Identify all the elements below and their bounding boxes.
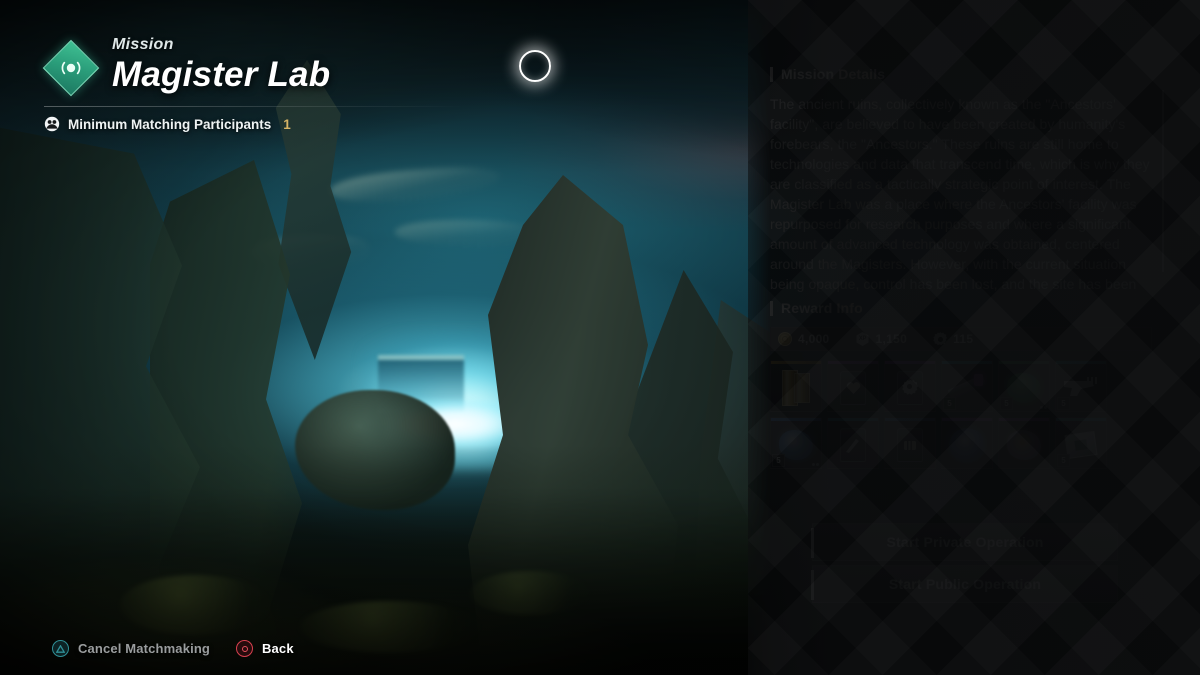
back-prompt[interactable]: Back xyxy=(236,640,294,657)
minimum-participants-row: Minimum Matching Participants 1 xyxy=(44,116,464,132)
header-divider xyxy=(44,106,464,108)
participants-icon xyxy=(44,116,60,132)
ps-circle-button-icon xyxy=(236,640,254,657)
back-label: Back xyxy=(262,641,294,656)
ps-triangle-button-icon xyxy=(52,640,69,657)
mission-beacon-diamond-icon xyxy=(42,39,100,96)
moss-patch xyxy=(470,571,590,615)
button-prompt-bar: Cancel Matchmaking Back xyxy=(52,640,294,657)
matchmaking-spinner xyxy=(519,50,551,82)
cancel-matchmaking-prompt[interactable]: Cancel Matchmaking xyxy=(52,640,210,657)
minimum-participants-value: 1 xyxy=(283,116,291,132)
moss-patch xyxy=(300,601,480,653)
mission-briefing-screen: Mission Magister Lab Minimum Matching Pa… xyxy=(0,0,1200,675)
cancel-matchmaking-label: Cancel Matchmaking xyxy=(78,641,211,656)
mission-kicker: Mission xyxy=(112,36,174,53)
mission-info-panel xyxy=(748,0,1200,675)
moss-patch xyxy=(120,575,270,635)
minimum-participants-label: Minimum Matching Participants xyxy=(68,116,272,132)
mission-header: Mission Magister Lab Minimum Matching Pa… xyxy=(42,36,464,132)
page-title: Magister Lab xyxy=(112,54,331,94)
panel-geometric-pattern xyxy=(748,0,1200,675)
